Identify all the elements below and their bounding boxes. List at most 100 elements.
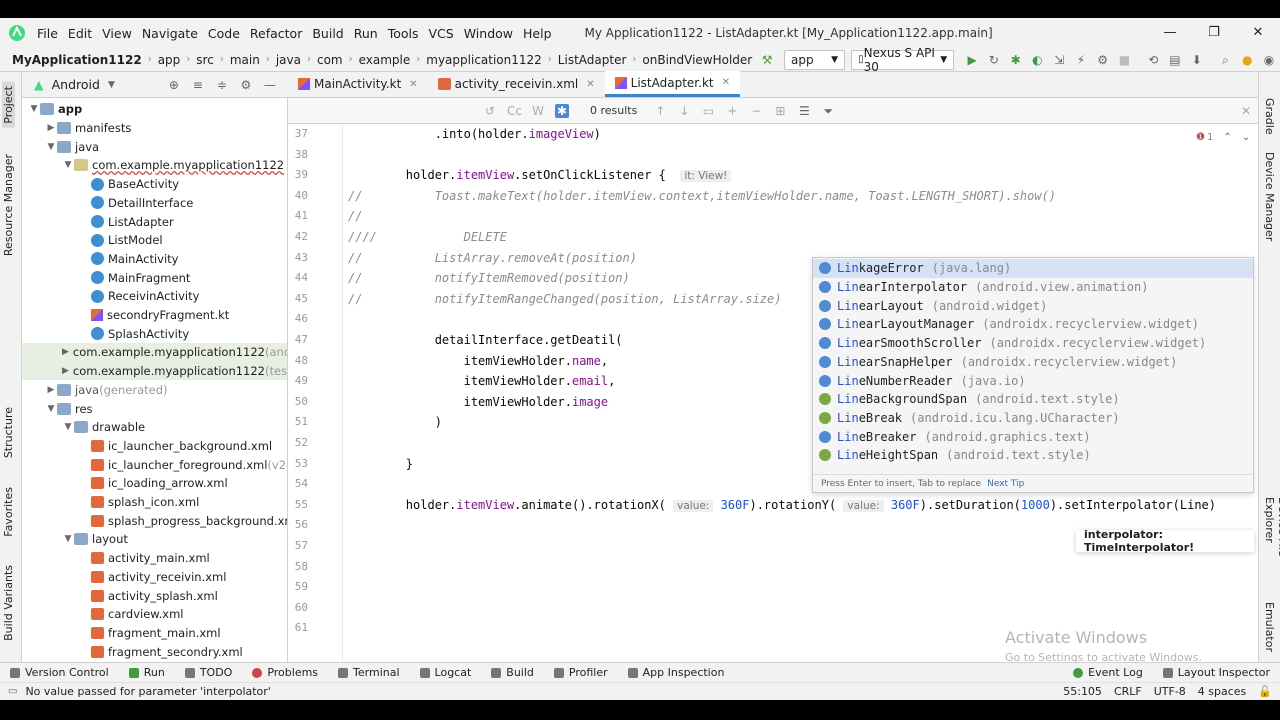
tool-event-log[interactable]: Event Log: [1063, 666, 1153, 679]
menu-build[interactable]: Build: [307, 26, 348, 41]
tree-item[interactable]: ▼ drawable: [62, 418, 146, 437]
tool-tab-device-manager[interactable]: Device Manager: [1263, 152, 1276, 241]
tree-item[interactable]: BaseActivity: [79, 175, 179, 194]
tree-item[interactable]: activity_splash.xml: [79, 586, 218, 605]
expand-all-icon[interactable]: ≡: [191, 78, 205, 92]
file-encoding[interactable]: UTF-8: [1154, 685, 1186, 698]
code-line[interactable]: // Toast.makeText(holder.itemView.contex…: [348, 189, 1056, 203]
breadcrumb-item[interactable]: main: [226, 53, 264, 67]
menu-help[interactable]: Help: [518, 26, 557, 41]
tool-app-inspection[interactable]: App Inspection: [618, 666, 735, 679]
close-icon[interactable]: ✕: [1236, 18, 1280, 48]
tool-tab-favorites[interactable]: Favorites: [2, 487, 15, 537]
breadcrumb-item[interactable]: onBindViewHolder: [638, 53, 756, 67]
completion-item[interactable]: LineBreak (android.icu.lang.UCharacter): [819, 409, 1120, 428]
tree-item[interactable]: ic_launcher_foreground.xml (v24): [79, 455, 287, 474]
collapsed-arrow-icon[interactable]: ▶: [45, 385, 57, 395]
breadcrumb-item[interactable]: example: [355, 53, 415, 67]
recent-search-icon[interactable]: ↺: [483, 104, 497, 118]
expanded-arrow-icon[interactable]: ▼: [62, 160, 74, 170]
device-manager-icon[interactable]: ▤: [1169, 53, 1181, 67]
tool-problems[interactable]: Problems: [242, 666, 328, 679]
completion-item[interactable]: LinkageError (java.lang): [813, 259, 1253, 278]
expanded-arrow-icon[interactable]: ▼: [28, 104, 40, 114]
collapsed-arrow-icon[interactable]: ▶: [62, 366, 69, 376]
collapsed-arrow-icon[interactable]: ▶: [62, 347, 69, 357]
maximize-icon[interactable]: ❐: [1192, 18, 1236, 48]
indent-setting[interactable]: 4 spaces: [1198, 685, 1247, 698]
tree-item[interactable]: ▶com.example.myapplication1122 (andr: [22, 343, 287, 362]
next-occurrence-icon[interactable]: ↓: [677, 104, 691, 118]
tool-version-control[interactable]: Version Control: [0, 666, 119, 679]
tool-profiler[interactable]: Profiler: [544, 666, 618, 679]
code-line[interactable]: itemViewHolder.image: [348, 395, 609, 409]
tab-mainactivity[interactable]: MainActivity.kt ✕: [288, 71, 428, 97]
locate-icon[interactable]: ⊕: [167, 78, 181, 92]
module-select[interactable]: app ▼: [784, 49, 846, 70]
attach-debugger-icon[interactable]: ⇲: [1053, 53, 1065, 67]
profile-icon[interactable]: ◐: [1032, 53, 1044, 67]
tree-item[interactable]: ListModel: [79, 231, 163, 250]
code-line[interactable]: detailInterface.getDeatil(: [348, 333, 623, 347]
expanded-arrow-icon[interactable]: ▼: [45, 404, 57, 414]
breadcrumb-item[interactable]: myapplication1122: [422, 53, 546, 67]
tree-item[interactable]: activity_main.xml: [79, 549, 210, 568]
find-in-selection-icon[interactable]: ▭: [701, 104, 715, 118]
tree-item[interactable]: ▶ manifests: [45, 119, 132, 138]
expanded-arrow-icon[interactable]: ▼: [62, 534, 74, 544]
apply-changes-icon[interactable]: ⚡: [1075, 53, 1087, 67]
tool-build[interactable]: Build: [481, 666, 544, 679]
code-line[interactable]: .into(holder.imageView): [348, 127, 601, 141]
tool-layout-inspector[interactable]: Layout Inspector: [1153, 666, 1280, 679]
tool-tab-structure[interactable]: Structure: [2, 407, 15, 458]
tree-item[interactable]: splash_icon.xml: [79, 493, 199, 512]
close-icon[interactable]: ✕: [722, 77, 730, 88]
search-everywhere-icon[interactable]: ⌕: [1220, 53, 1232, 67]
tool-tab-project[interactable]: Project: [2, 82, 15, 128]
match-case-icon[interactable]: Cc: [507, 104, 522, 118]
menu-edit[interactable]: Edit: [63, 26, 97, 41]
previous-occurrence-icon[interactable]: ↑: [653, 104, 667, 118]
completion-item[interactable]: LinearSnapHelper (androidx.recyclerview.w…: [819, 353, 1177, 372]
whole-words-icon[interactable]: W: [531, 104, 545, 118]
code-line[interactable]: // notifyItemRemoved(position): [348, 271, 630, 285]
hide-panel-icon[interactable]: —: [263, 78, 277, 92]
lock-icon[interactable]: 🔓: [1258, 685, 1272, 698]
close-icon[interactable]: ✕: [586, 79, 594, 90]
tree-item[interactable]: ▼ com.example.myapplication1122: [62, 156, 285, 175]
code-line[interactable]: itemViewHolder.email,: [348, 374, 616, 388]
add-occurrence-icon[interactable]: +: [725, 104, 739, 118]
menu-vcs[interactable]: VCS: [424, 26, 459, 41]
menu-code[interactable]: Code: [203, 26, 245, 41]
regex-icon[interactable]: ✱: [555, 103, 569, 118]
menu-file[interactable]: File: [32, 26, 63, 41]
hammer-icon[interactable]: ⚒: [761, 53, 773, 67]
breadcrumb-item[interactable]: src: [192, 53, 218, 67]
stop-icon[interactable]: ■: [1119, 53, 1131, 67]
chevron-down-icon[interactable]: ⌄: [1242, 132, 1250, 143]
tree-item[interactable]: ic_loading_arrow.xml: [79, 474, 228, 493]
updates-icon[interactable]: ●: [1241, 53, 1253, 67]
filter-icon[interactable]: ⏷: [821, 104, 835, 118]
tool-logcat[interactable]: Logcat: [410, 666, 482, 679]
tree-item[interactable]: ▶com.example.myapplication1122 (test): [22, 361, 287, 381]
next-tip-link[interactable]: Next Tip: [987, 479, 1024, 489]
tool-tab-device-file-explorer[interactable]: Device File Explorer: [1263, 497, 1280, 557]
code-line[interactable]: itemViewHolder.name,: [348, 354, 609, 368]
expanded-arrow-icon[interactable]: ▼: [45, 142, 57, 152]
sync-gradle-icon[interactable]: ⟲: [1147, 53, 1159, 67]
tree-item[interactable]: ▼ layout: [62, 530, 128, 549]
tool-tab-build-variants[interactable]: Build Variants: [2, 565, 15, 641]
completion-item[interactable]: LineNumberReader (java.io): [819, 371, 1026, 390]
code-line[interactable]: holder.itemView.animate().rotationX( val…: [348, 498, 1216, 512]
tree-item[interactable]: activity_receivin.xml: [79, 568, 226, 587]
project-view-select[interactable]: Android: [52, 77, 100, 92]
tool-tab-gradle[interactable]: Gradle: [1263, 98, 1276, 135]
tree-item[interactable]: secondryFragment.kt: [79, 306, 229, 325]
hide-tool-windows-icon[interactable]: ▭: [8, 686, 17, 697]
tool-run[interactable]: Run: [119, 666, 175, 679]
completion-item[interactable]: LineBackgroundSpan (android.text.style): [819, 390, 1120, 409]
tree-item[interactable]: MainFragment: [79, 268, 190, 287]
caret-position[interactable]: 55:105: [1063, 685, 1102, 698]
tool-tab-resource-manager[interactable]: Resource Manager: [2, 154, 15, 256]
